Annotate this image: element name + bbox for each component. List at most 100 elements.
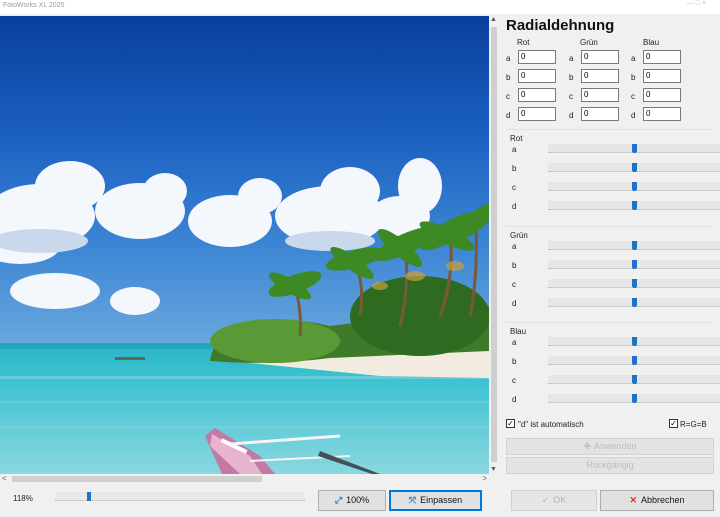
gruen-d-field[interactable]: 0 <box>581 107 619 121</box>
blau-d-field[interactable]: 0 <box>643 107 681 121</box>
slider-label-b: b <box>512 261 517 270</box>
slider-label-b: b <box>512 164 517 173</box>
close-icon: ✕ <box>629 495 637 505</box>
fit-button[interactable]: ⤧ Einpassen <box>389 490 482 511</box>
blau-c-field[interactable]: 0 <box>643 88 681 102</box>
slider-gruen-a[interactable] <box>548 241 720 250</box>
slider-blau-a[interactable] <box>548 337 720 346</box>
gruen-a-field[interactable]: 0 <box>581 50 619 64</box>
slider-blau-c[interactable] <box>548 375 720 384</box>
row-label-c: c <box>569 92 573 101</box>
slider-knob[interactable] <box>632 375 637 384</box>
bottom-toolbar: 118% ⤢ 100% ⤧ Einpassen ✓ OK ✕ Abbrechen <box>0 484 720 517</box>
image-horizontal-scrollbar[interactable]: < > <box>0 474 489 484</box>
slider-gruen-b[interactable] <box>548 260 720 269</box>
d-auto-checkbox[interactable]: ✓ <box>506 419 515 428</box>
row-label-d: d <box>631 111 636 120</box>
fit-icon: ⤧ <box>408 495 417 505</box>
slider-label-b: b <box>512 357 517 366</box>
column-header-rot: Rot <box>517 38 530 47</box>
scroll-right-icon[interactable]: > <box>482 474 487 483</box>
slider-knob[interactable] <box>632 201 637 210</box>
slider-knob[interactable] <box>632 163 637 172</box>
slider-group-label: Grün <box>510 231 528 240</box>
slider-knob[interactable] <box>632 356 637 365</box>
window-controls[interactable]: — □ × <box>687 0 706 7</box>
gruen-c-field[interactable]: 0 <box>581 88 619 102</box>
slider-knob[interactable] <box>632 337 637 346</box>
slider-knob[interactable] <box>632 260 637 269</box>
apply-button[interactable]: ✚ Anwenden <box>506 438 714 455</box>
slider-label-a: a <box>512 242 517 251</box>
slider-knob[interactable] <box>632 144 637 153</box>
rot-c-field[interactable]: 0 <box>518 88 556 102</box>
slider-knob[interactable] <box>632 394 637 403</box>
beach-photo <box>0 16 489 474</box>
blau-b-field[interactable]: 0 <box>643 69 681 83</box>
row-label-c: c <box>631 92 635 101</box>
scroll-left-icon[interactable]: < <box>2 474 7 483</box>
image-preview[interactable] <box>0 16 489 474</box>
rot-a-field[interactable]: 0 <box>518 50 556 64</box>
slider-rot-b[interactable] <box>548 163 720 172</box>
slider-label-d: d <box>512 202 517 211</box>
ok-button[interactable]: ✓ OK <box>511 490 597 511</box>
column-header-blau: Blau <box>643 38 660 47</box>
slider-rot-d[interactable] <box>548 201 720 210</box>
slider-knob[interactable] <box>632 279 637 288</box>
window-title: FotoWorks XL 2025 <box>3 2 65 9</box>
slider-group-rot: Rot a b c d <box>506 129 720 225</box>
scrollbar-thumb[interactable] <box>12 476 262 482</box>
blau-a-field[interactable]: 0 <box>643 50 681 64</box>
column-header-gruen: Grün <box>580 38 598 47</box>
row-label-a: a <box>631 54 636 63</box>
undo-button[interactable]: Rückgängig <box>506 457 714 474</box>
fit-label: Einpassen <box>420 495 463 505</box>
slider-gruen-c[interactable] <box>548 279 720 288</box>
slider-rot-a[interactable] <box>548 144 720 153</box>
rot-b-field[interactable]: 0 <box>518 69 556 83</box>
slider-label-a: a <box>512 338 517 347</box>
slider-label-d: d <box>512 395 517 404</box>
row-label-a: a <box>506 54 511 63</box>
zoom-100-button[interactable]: ⤢ 100% <box>318 490 386 511</box>
expand-icon: ⤢ <box>334 495 343 505</box>
slider-label-a: a <box>512 145 517 154</box>
slider-label-d: d <box>512 299 517 308</box>
cancel-button[interactable]: ✕ Abbrechen <box>600 490 714 511</box>
slider-group-label: Rot <box>510 134 523 143</box>
scrollbar-thumb[interactable] <box>491 27 497 462</box>
undo-label: Rückgängig <box>586 460 634 470</box>
cancel-label: Abbrechen <box>641 495 685 505</box>
scroll-down-icon[interactable]: ▼ <box>490 466 497 473</box>
plus-icon: ✚ <box>583 441 591 451</box>
gruen-b-field[interactable]: 0 <box>581 69 619 83</box>
rgb-link-checkbox[interactable]: ✓ <box>669 419 678 428</box>
zoom-slider-knob[interactable] <box>87 492 91 501</box>
check-icon: ✓ <box>670 419 677 428</box>
row-label-d: d <box>506 111 511 120</box>
row-label-b: b <box>631 73 636 82</box>
title-bar: FotoWorks XL 2025 — □ × <box>0 0 720 14</box>
slider-blau-d[interactable] <box>548 394 720 403</box>
slider-label-c: c <box>512 376 516 385</box>
slider-knob[interactable] <box>632 241 637 250</box>
row-label-b: b <box>569 73 574 82</box>
slider-knob[interactable] <box>632 182 637 191</box>
rot-d-field[interactable]: 0 <box>518 107 556 121</box>
rgb-link-label: R=G=B <box>680 420 707 429</box>
scroll-up-icon[interactable]: ▲ <box>490 16 497 23</box>
slider-knob[interactable] <box>632 298 637 307</box>
row-label-d: d <box>569 111 574 120</box>
slider-gruen-d[interactable] <box>548 298 720 307</box>
slider-rot-c[interactable] <box>548 182 720 191</box>
zoom-level-text: 118% <box>13 494 33 503</box>
check-icon: ✓ <box>507 419 514 428</box>
row-label-c: c <box>506 92 510 101</box>
row-label-b: b <box>506 73 511 82</box>
apply-label: Anwenden <box>594 441 637 451</box>
slider-blau-b[interactable] <box>548 356 720 365</box>
zoom-slider[interactable] <box>55 492 305 501</box>
panel-vertical-scrollbar[interactable]: ▲ ▼ <box>489 16 499 474</box>
ok-label: OK <box>553 495 567 505</box>
